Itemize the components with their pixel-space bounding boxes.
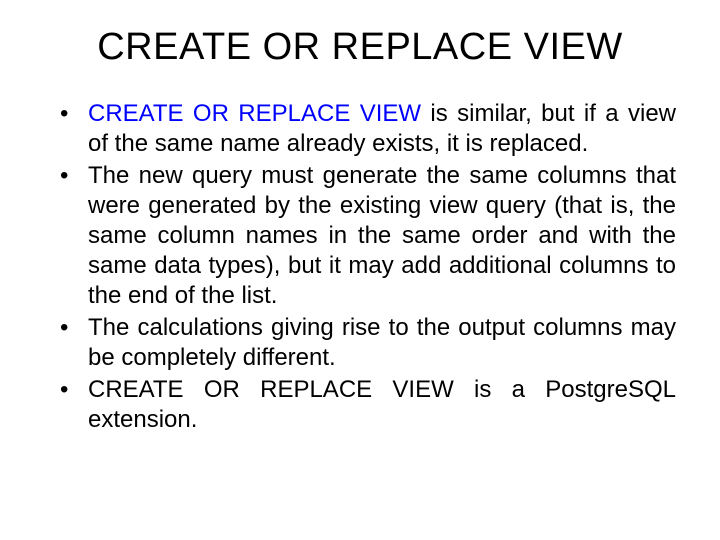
list-item: The calculations giving rise to the outp…	[60, 313, 676, 373]
bullet-list: CREATE OR REPLACE VIEW is similar, but i…	[44, 99, 676, 435]
list-item: CREATE OR REPLACE VIEW is similar, but i…	[60, 99, 676, 159]
bullet-text: CREATE OR REPLACE VIEW is a PostgreSQL e…	[88, 376, 676, 433]
bullet-text: The new query must generate the same col…	[88, 162, 676, 309]
keyword-text: CREATE OR REPLACE VIEW	[88, 100, 421, 127]
list-item: CREATE OR REPLACE VIEW is a PostgreSQL e…	[60, 375, 676, 435]
list-item: The new query must generate the same col…	[60, 161, 676, 311]
bullet-text: The calculations giving rise to the outp…	[88, 314, 676, 371]
slide-title: CREATE OR REPLACE VIEW	[44, 26, 676, 69]
slide: CREATE OR REPLACE VIEW CREATE OR REPLACE…	[0, 0, 720, 540]
